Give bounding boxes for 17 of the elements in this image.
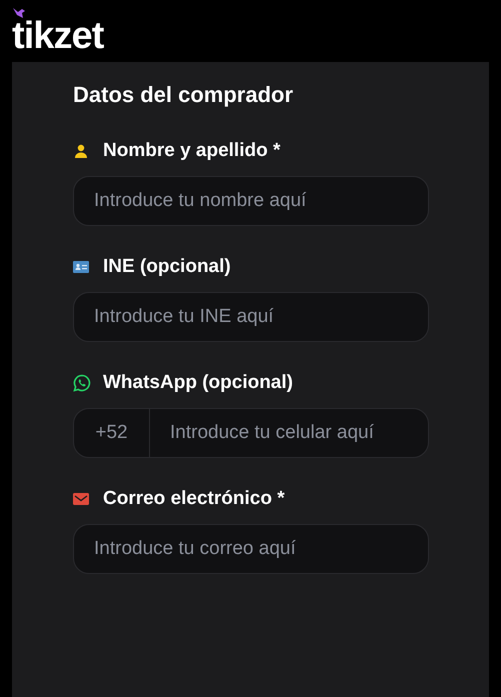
logo: tikzet	[12, 18, 104, 54]
field-label: WhatsApp (opcional)	[103, 370, 293, 395]
id-card-icon	[73, 260, 89, 274]
country-code: +52	[74, 409, 150, 457]
input-field[interactable]: Introduce tu celular aquí	[150, 409, 428, 457]
field-label: Correo electrónico *	[103, 486, 285, 511]
field-label: Nombre y apellido *	[103, 138, 280, 163]
section-title: Datos del comprador	[73, 81, 294, 109]
input-field[interactable]: Introduce tu nombre aquí	[73, 176, 429, 226]
person-icon	[73, 143, 89, 159]
chat-phone-icon	[73, 374, 91, 392]
input-field[interactable]: Introduce tu correo aquí	[73, 524, 429, 574]
bird-icon	[13, 8, 25, 18]
field-label: INE (opcional)	[103, 254, 231, 279]
phone-field[interactable]: +52 Introduce tu celular aquí	[73, 408, 429, 458]
mail-icon	[73, 492, 89, 506]
input-field[interactable]: Introduce tu INE aquí	[73, 292, 429, 342]
